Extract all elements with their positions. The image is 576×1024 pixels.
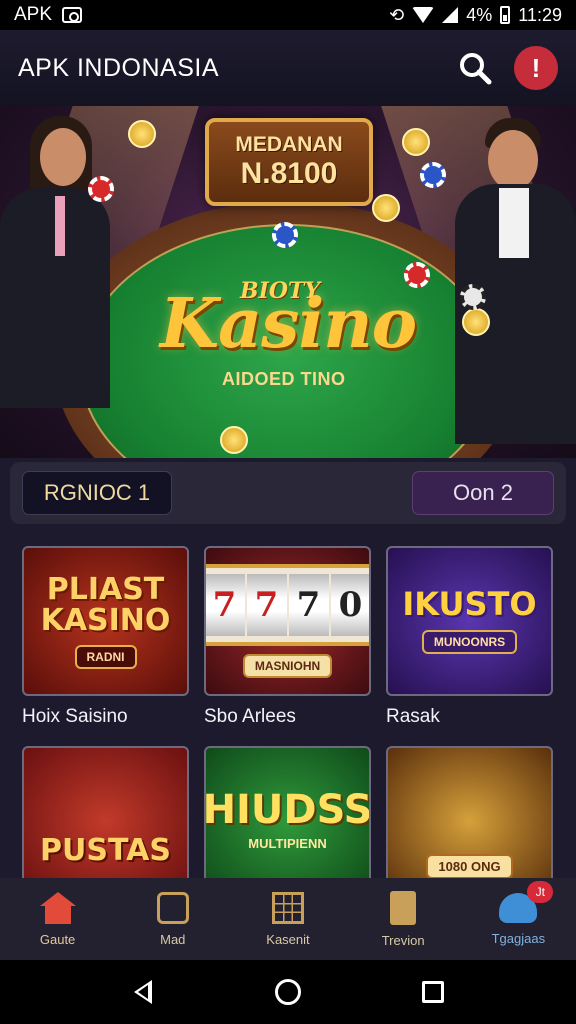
recents-icon xyxy=(422,981,445,1003)
back-button[interactable] xyxy=(113,967,173,1017)
game-card[interactable]: PLIAST KASINO RADNI Hoix Saisino xyxy=(22,546,189,746)
game-card[interactable]: HIUDSS MULTIPIENN xyxy=(204,746,371,878)
poker-chip-icon xyxy=(88,176,114,202)
game-section: RGNIOC 1 Oon 2 PLIAST KASINO RADNI Hoix … xyxy=(0,458,576,878)
coin-icon xyxy=(372,194,400,222)
slot-reel: 7 xyxy=(288,574,329,636)
sync-icon: ⟲ xyxy=(389,4,405,25)
coin-icon xyxy=(220,426,248,454)
nav-item-kasenit[interactable]: Kasenit xyxy=(233,891,343,947)
poker-chip-icon xyxy=(272,222,298,248)
game-thumb-tag: RADNI xyxy=(74,644,137,669)
game-thumbnail: IKUSTO MUNOONRS xyxy=(386,546,553,696)
coupon-icon xyxy=(390,890,417,925)
game-thumbnail: PUSTAS xyxy=(22,746,189,878)
wifi-icon xyxy=(412,7,435,23)
back-icon xyxy=(133,980,152,1004)
slot-reels: 7 7 7 0 xyxy=(206,564,369,646)
clock: 11:29 xyxy=(518,4,562,25)
notification-badge: Jt xyxy=(527,880,554,903)
game-thumb-title: HIUDSS xyxy=(204,786,371,833)
alert-button[interactable]: ! xyxy=(514,46,558,90)
game-thumb-tag: MULTIPIENN xyxy=(248,835,327,851)
game-thumb-tag: MASNIOHN xyxy=(242,654,333,678)
nav-label: Trevion xyxy=(381,932,425,948)
battery-percent: 4% xyxy=(466,4,493,25)
game-card[interactable]: 1080 ONG xyxy=(386,746,553,878)
nav-item-support[interactable]: Jt Tgagjaas xyxy=(463,880,573,946)
status-bar: APK ⟲ 4% 11:29 xyxy=(0,0,576,30)
kasino-logo: Kasino xyxy=(160,284,417,364)
carrier-label: APK xyxy=(14,4,53,25)
search-icon xyxy=(460,53,492,85)
game-thumbnail: PLIAST KASINO RADNI xyxy=(22,546,189,696)
coin-icon xyxy=(128,120,156,148)
game-card[interactable]: IKUSTO MUNOONRS Rasak xyxy=(386,546,553,746)
game-grid: PLIAST KASINO RADNI Hoix Saisino 7 7 7 0… xyxy=(22,546,554,878)
jackpot-sign-amount: N.8100 xyxy=(240,157,338,190)
home-circle-icon xyxy=(274,979,301,1005)
filter-bar: RGNIOC 1 Oon 2 xyxy=(10,462,566,524)
filter-pill-2[interactable]: Oon 2 xyxy=(412,471,554,515)
game-thumb-tag: MUNOONRS xyxy=(421,629,518,654)
slot-reel: 7 xyxy=(246,574,287,636)
game-thumbnail: 1080 ONG xyxy=(386,746,553,878)
poker-chip-icon xyxy=(460,284,486,310)
hero-banner[interactable]: MEDANAN N.8100 BIOTY Kasino AIDOED TINO xyxy=(0,106,576,466)
poker-chip-icon xyxy=(404,262,430,288)
dealer-woman-image xyxy=(0,106,110,466)
nav-item-mad[interactable]: Mad xyxy=(118,891,228,947)
filter-pill-1[interactable]: RGNIOC 1 xyxy=(22,471,172,515)
search-button[interactable] xyxy=(454,47,496,89)
slot-reel: 7 xyxy=(206,574,245,636)
coin-icon xyxy=(462,308,490,336)
game-caption: Sbo Arlees xyxy=(204,706,296,727)
game-thumb-title: PUSTAS xyxy=(40,833,171,869)
grid-icon xyxy=(271,891,304,924)
coin-icon xyxy=(402,128,430,156)
poker-chip-icon xyxy=(420,162,446,188)
game-thumbnail: 7 7 7 0 MASNIOHN xyxy=(204,546,371,696)
nav-label: Kasenit xyxy=(266,931,310,947)
nav-label: Gaute xyxy=(39,931,76,947)
game-thumb-title: PLIAST KASINO xyxy=(40,571,171,638)
nav-item-home[interactable]: Gaute xyxy=(3,891,113,947)
system-nav-bar xyxy=(0,960,576,1024)
game-thumb-title: IKUSTO xyxy=(402,585,537,624)
home-icon xyxy=(39,891,76,924)
nav-item-trevion[interactable]: Trevion xyxy=(348,890,458,948)
app-bar: APK INDONASIA ! xyxy=(0,30,576,106)
jackpot-sign-line1: MEDANAN xyxy=(235,133,343,156)
bottom-nav: Gaute Mad Kasenit Trevion Jt Tgagjaas xyxy=(0,878,576,960)
nav-label: Mad xyxy=(160,931,186,947)
genie-icon xyxy=(156,891,189,924)
game-thumbnail: HIUDSS MULTIPIENN xyxy=(204,746,371,878)
alert-icon: ! xyxy=(531,52,541,83)
home-button[interactable] xyxy=(258,967,318,1017)
slot-reel: 0 xyxy=(330,574,369,636)
battery-icon xyxy=(500,6,511,24)
nav-label: Tgagjaas xyxy=(491,930,546,946)
game-caption: Hoix Saisino xyxy=(22,706,128,727)
jackpot-sign: MEDANAN N.8100 xyxy=(205,118,373,206)
signal-icon xyxy=(442,7,459,23)
game-thumb-tag: 1080 ONG xyxy=(426,853,513,878)
camera-icon xyxy=(62,7,83,23)
logo-subtitle: AIDOED TINO xyxy=(222,369,346,389)
recents-button[interactable] xyxy=(403,967,463,1017)
game-card[interactable]: 7 7 7 0 MASNIOHN Sbo Arlees xyxy=(204,546,371,746)
game-card[interactable]: PUSTAS xyxy=(22,746,189,878)
app-title: APK INDONASIA xyxy=(18,53,219,82)
game-caption: Rasak xyxy=(386,706,440,727)
